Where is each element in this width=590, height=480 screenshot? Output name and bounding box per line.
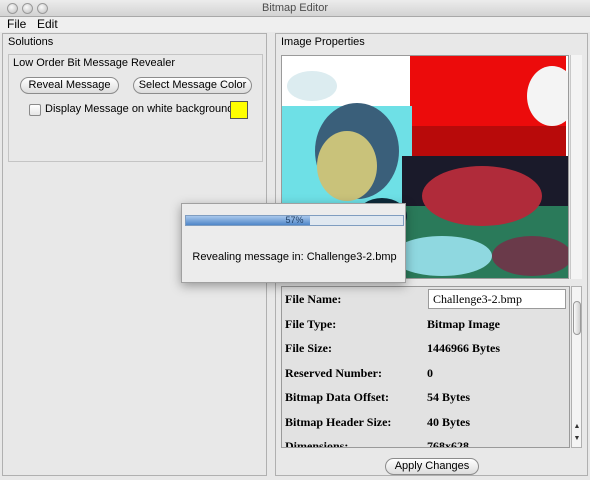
menu-file[interactable]: File [7, 17, 26, 31]
property-value: 768x628 [427, 439, 469, 448]
property-row: File Type: Bitmap Image [282, 312, 569, 336]
message-color-swatch[interactable] [230, 101, 248, 119]
property-label: File Size: [285, 341, 332, 355]
scroll-down-icon[interactable]: ▼ [573, 435, 581, 442]
solutions-title: Solutions [8, 36, 54, 48]
property-row: Bitmap Header Size: 40 Bytes [282, 410, 569, 434]
select-message-color-button[interactable]: Select Message Color [133, 77, 252, 94]
properties-table: File Name: Challenge3-2.bmp File Type: Bitm… [281, 286, 570, 448]
apply-changes-button[interactable]: Apply Changes [385, 458, 479, 475]
reveal-message-button[interactable]: Reveal Message [20, 77, 119, 94]
property-label: File Name: [285, 292, 342, 306]
property-row: Reserved Number: 0 [282, 361, 569, 385]
progress-bar: 57% [185, 215, 404, 226]
property-value: 0 [427, 365, 433, 380]
property-row: Bitmap Data Offset: 54 Bytes [282, 385, 569, 409]
revealer-group: Low Order Bit Message Revealer Reveal Me… [8, 54, 263, 162]
white-background-checkbox[interactable] [29, 104, 41, 116]
menu-edit[interactable]: Edit [37, 17, 58, 31]
progress-message: Revealing message in: Challenge3-2.bmp [192, 251, 397, 263]
property-value: 40 Bytes [427, 414, 470, 429]
menu-bar: File Edit [0, 17, 590, 32]
property-label: Reserved Number: [285, 365, 382, 380]
progress-dialog: 57% Revealing message in: Challenge3-2.b… [181, 203, 406, 283]
property-label: Bitmap Header Size: [285, 414, 392, 429]
image-scrollbar[interactable] [570, 55, 582, 279]
title-bar: Bitmap Editor [0, 0, 590, 17]
property-value: 54 Bytes [427, 390, 470, 404]
property-label: File Type: [285, 316, 337, 331]
property-label: Dimensions: [285, 439, 349, 448]
property-value: 1446966 Bytes [427, 341, 500, 355]
window-title: Bitmap Editor [261, 2, 329, 14]
scroll-up-icon[interactable]: ▲ [573, 423, 581, 430]
property-row: File Name: Challenge3-2.bmp [282, 287, 569, 311]
properties-scrollbar[interactable]: ▲ ▼ [571, 286, 582, 448]
file-name-input[interactable]: Challenge3-2.bmp [428, 289, 566, 309]
property-label: Bitmap Data Offset: [285, 390, 389, 404]
properties-scroll-thumb[interactable] [573, 301, 581, 335]
property-row: File Size: 1446966 Bytes [282, 336, 569, 360]
revealer-group-title: Low Order Bit Message Revealer [13, 57, 176, 69]
white-background-label: Display Message on white background [45, 103, 234, 115]
progress-percent: 57% [285, 215, 304, 225]
property-value: Bitmap Image [427, 316, 500, 331]
property-row: Dimensions: 768x628 [282, 434, 569, 448]
image-properties-title: Image Properties [281, 36, 365, 48]
